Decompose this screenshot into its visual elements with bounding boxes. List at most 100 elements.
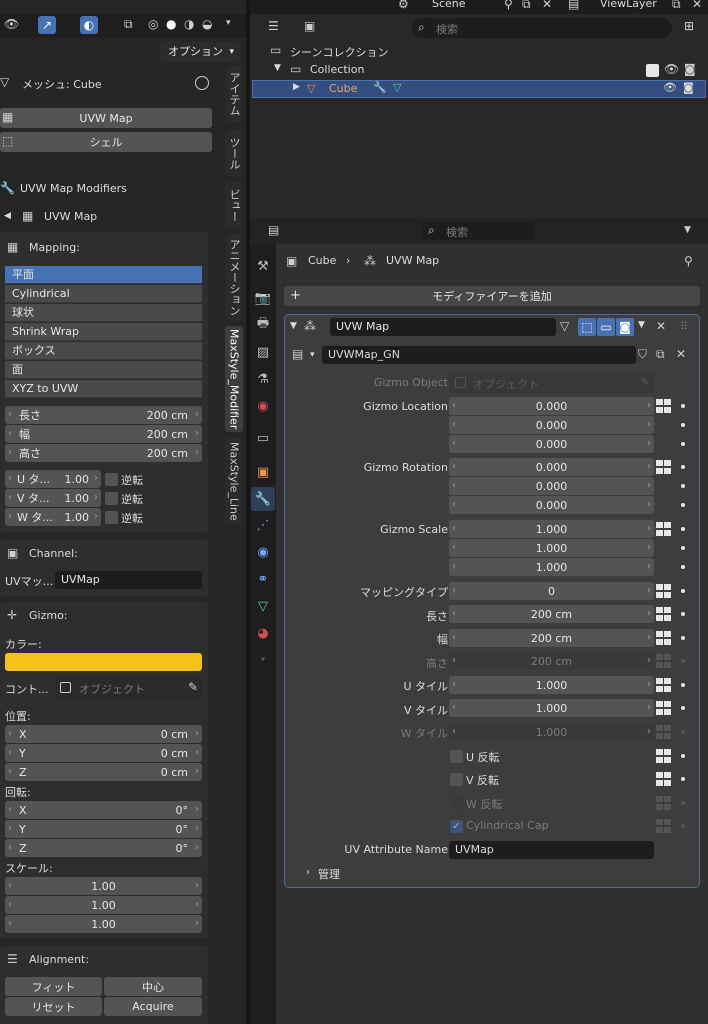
gizmo-location-z[interactable]: ‹ 0.000 › xyxy=(449,435,654,453)
collection-checkbox[interactable] xyxy=(646,64,659,77)
w-tile-field[interactable]: ‹ W タ... 1.00 › xyxy=(5,508,101,526)
render-tab-icon[interactable]: 📷 xyxy=(253,288,273,308)
decorator-dot-icon[interactable] xyxy=(681,527,685,531)
gizmo-location-y[interactable]: ‹ 0.000 › xyxy=(449,416,654,434)
camera-icon[interactable]: ◙ xyxy=(684,63,696,75)
gizmo-location-x[interactable]: ‹ 0.000 › xyxy=(449,397,654,415)
keyframe-icon[interactable] xyxy=(656,678,672,692)
color-swatch[interactable] xyxy=(5,653,202,671)
scale-x-field[interactable]: ‹ 1.00 › xyxy=(5,877,202,895)
v-flip-checkbox[interactable] xyxy=(105,492,118,505)
keyframe-icon[interactable] xyxy=(656,701,672,715)
mapping-item[interactable]: Cylindrical xyxy=(5,285,202,303)
duplicate-icon[interactable]: ⧉ xyxy=(656,348,665,360)
cube-row[interactable]: ▶ ▽ Cube 🔧 ▽ 👁 ◙ xyxy=(252,80,706,98)
acquire-button[interactable]: Acquire xyxy=(104,997,202,1016)
fake-user-shield-icon[interactable]: ⛉ xyxy=(638,348,647,360)
length-field[interactable]: ‹ 200 cm › xyxy=(449,605,654,623)
height-field[interactable]: ‹ 高さ 200 cm › xyxy=(5,444,202,462)
eyedropper-icon[interactable]: ✎ xyxy=(188,681,198,693)
keyframe-icon[interactable] xyxy=(656,749,672,763)
physics-tab-icon[interactable]: ◉ xyxy=(253,542,273,562)
mapping-type-field[interactable]: ‹ 0 › xyxy=(449,582,654,600)
mapping-item[interactable]: 球状 xyxy=(5,304,202,322)
v-flip-checkbox[interactable] xyxy=(450,773,463,786)
width-field[interactable]: ‹ 幅 200 cm › xyxy=(5,425,202,443)
decorator-dot-icon[interactable] xyxy=(681,465,685,469)
shading-rendered-icon[interactable]: ◒ xyxy=(202,18,212,30)
options-dropdown[interactable]: オプション ▾ xyxy=(160,42,240,62)
close-icon[interactable]: ✕ xyxy=(676,348,686,360)
viewlayer-label[interactable]: ViewLayer xyxy=(600,0,657,10)
gizmo-scale-x[interactable]: ‹ 1.000 › xyxy=(449,520,654,538)
decorator-dot-icon[interactable] xyxy=(681,484,685,488)
new-viewlayer-icon[interactable]: ⧉ xyxy=(672,0,681,10)
fit-button[interactable]: フィット xyxy=(5,977,102,996)
edit-mode-icon[interactable]: ⬚ xyxy=(578,318,596,336)
modifier-tab-icon[interactable]: 🔧 xyxy=(251,487,275,511)
add-modifier-button[interactable]: + モディファイアーを追加 xyxy=(284,286,700,306)
decorator-dot-icon[interactable] xyxy=(681,503,685,507)
drag-handle-icon[interactable]: ⠿ xyxy=(680,320,688,333)
filter-icon[interactable]: ▣ xyxy=(304,20,315,32)
keyframe-icon[interactable] xyxy=(656,584,672,598)
pin-icon[interactable]: ⚲ xyxy=(684,255,693,267)
w-flip-checkbox[interactable] xyxy=(105,511,118,524)
center-button[interactable]: 中心 xyxy=(104,977,202,996)
outliner-search[interactable]: ⌕ 検索 xyxy=(412,18,672,38)
mapping-item[interactable]: XYZ to UVW xyxy=(5,380,202,398)
viewport-display-icon[interactable]: ▭ xyxy=(597,318,615,336)
keyframe-icon[interactable] xyxy=(656,460,672,474)
gizmo-rotation-z[interactable]: ‹ 0.000 › xyxy=(449,496,654,514)
shading-solid-icon[interactable]: ● xyxy=(166,18,176,30)
shell-button[interactable]: ⬚ シェル xyxy=(0,132,212,152)
rotation-x-field[interactable]: ‹ X 0° › xyxy=(5,801,202,819)
decorator-dot-icon[interactable] xyxy=(681,612,685,616)
v-tile-field[interactable]: ‹ 1.000 › xyxy=(449,699,654,717)
xray-icon[interactable]: ⧉ xyxy=(124,18,133,30)
tab-animation[interactable]: アニメーション xyxy=(225,234,243,320)
on-cage-icon[interactable]: ▽ xyxy=(560,320,569,332)
reset-button[interactable]: リセット xyxy=(5,997,102,1016)
chevron-down-icon[interactable]: ▾ xyxy=(253,650,273,670)
close-icon[interactable]: ✕ xyxy=(692,0,702,10)
decorator-dot-icon[interactable] xyxy=(681,754,685,758)
length-field[interactable]: ‹ 長さ 200 cm › xyxy=(5,406,202,424)
eye-icon[interactable]: 👁 xyxy=(663,81,677,94)
u-flip-checkbox[interactable] xyxy=(105,473,118,486)
particles-tab-icon[interactable]: ⋰ xyxy=(253,515,273,535)
keyframe-icon[interactable] xyxy=(656,522,672,536)
scene-label[interactable]: Scene xyxy=(432,0,466,10)
editor-type-icon[interactable]: ▤ xyxy=(268,224,279,236)
scene-tab-icon[interactable]: ⚗ xyxy=(253,369,273,389)
gizmo-rotation-x[interactable]: ‹ 0.000 › xyxy=(449,458,654,476)
manage-label[interactable]: 管理 xyxy=(318,866,340,882)
chevron-down-icon[interactable]: ▼ xyxy=(638,320,645,330)
chevron-right-icon[interactable]: ▶ xyxy=(293,82,300,92)
decorator-dot-icon[interactable] xyxy=(681,404,685,408)
material-tab-icon[interactable]: ◕ xyxy=(253,623,273,643)
outliner-display-icon[interactable]: ☰ xyxy=(268,20,279,32)
uv-map-input[interactable]: UVMap xyxy=(55,571,202,589)
scale-y-field[interactable]: ‹ 1.00 › xyxy=(5,896,202,914)
shading-wireframe-icon[interactable]: ◎ xyxy=(148,18,158,30)
width-field[interactable]: ‹ 200 cm › xyxy=(449,629,654,647)
render-display-icon[interactable]: ◙ xyxy=(616,318,634,336)
decorator-dot-icon[interactable] xyxy=(681,589,685,593)
mapping-item[interactable]: 平面 xyxy=(5,266,202,284)
modifier-name-input[interactable]: UVW Map xyxy=(330,318,556,336)
u-flip-checkbox[interactable] xyxy=(450,750,463,763)
mapping-item[interactable]: 面 xyxy=(5,361,202,379)
nodegroup-field[interactable]: UVWMap_GN xyxy=(322,346,636,364)
v-tile-field[interactable]: ‹ V タ... 1.00 › xyxy=(5,489,101,507)
decorator-dot-icon[interactable] xyxy=(681,683,685,687)
decorator-dot-icon[interactable] xyxy=(681,706,685,710)
mapping-item[interactable]: Shrink Wrap xyxy=(5,323,202,341)
nodetree-icon[interactable]: ▤ xyxy=(292,348,303,360)
decorator-dot-icon[interactable] xyxy=(681,546,685,550)
control-object-field[interactable]: オブジェクト ✎ xyxy=(55,678,202,698)
tab-maxstyle-line[interactable]: MaxStyle_Line xyxy=(225,438,243,524)
keyframe-icon[interactable] xyxy=(656,607,672,621)
gizmo-scale-z[interactable]: ‹ 1.000 › xyxy=(449,558,654,576)
tab-tool[interactable]: ツール xyxy=(225,130,243,176)
